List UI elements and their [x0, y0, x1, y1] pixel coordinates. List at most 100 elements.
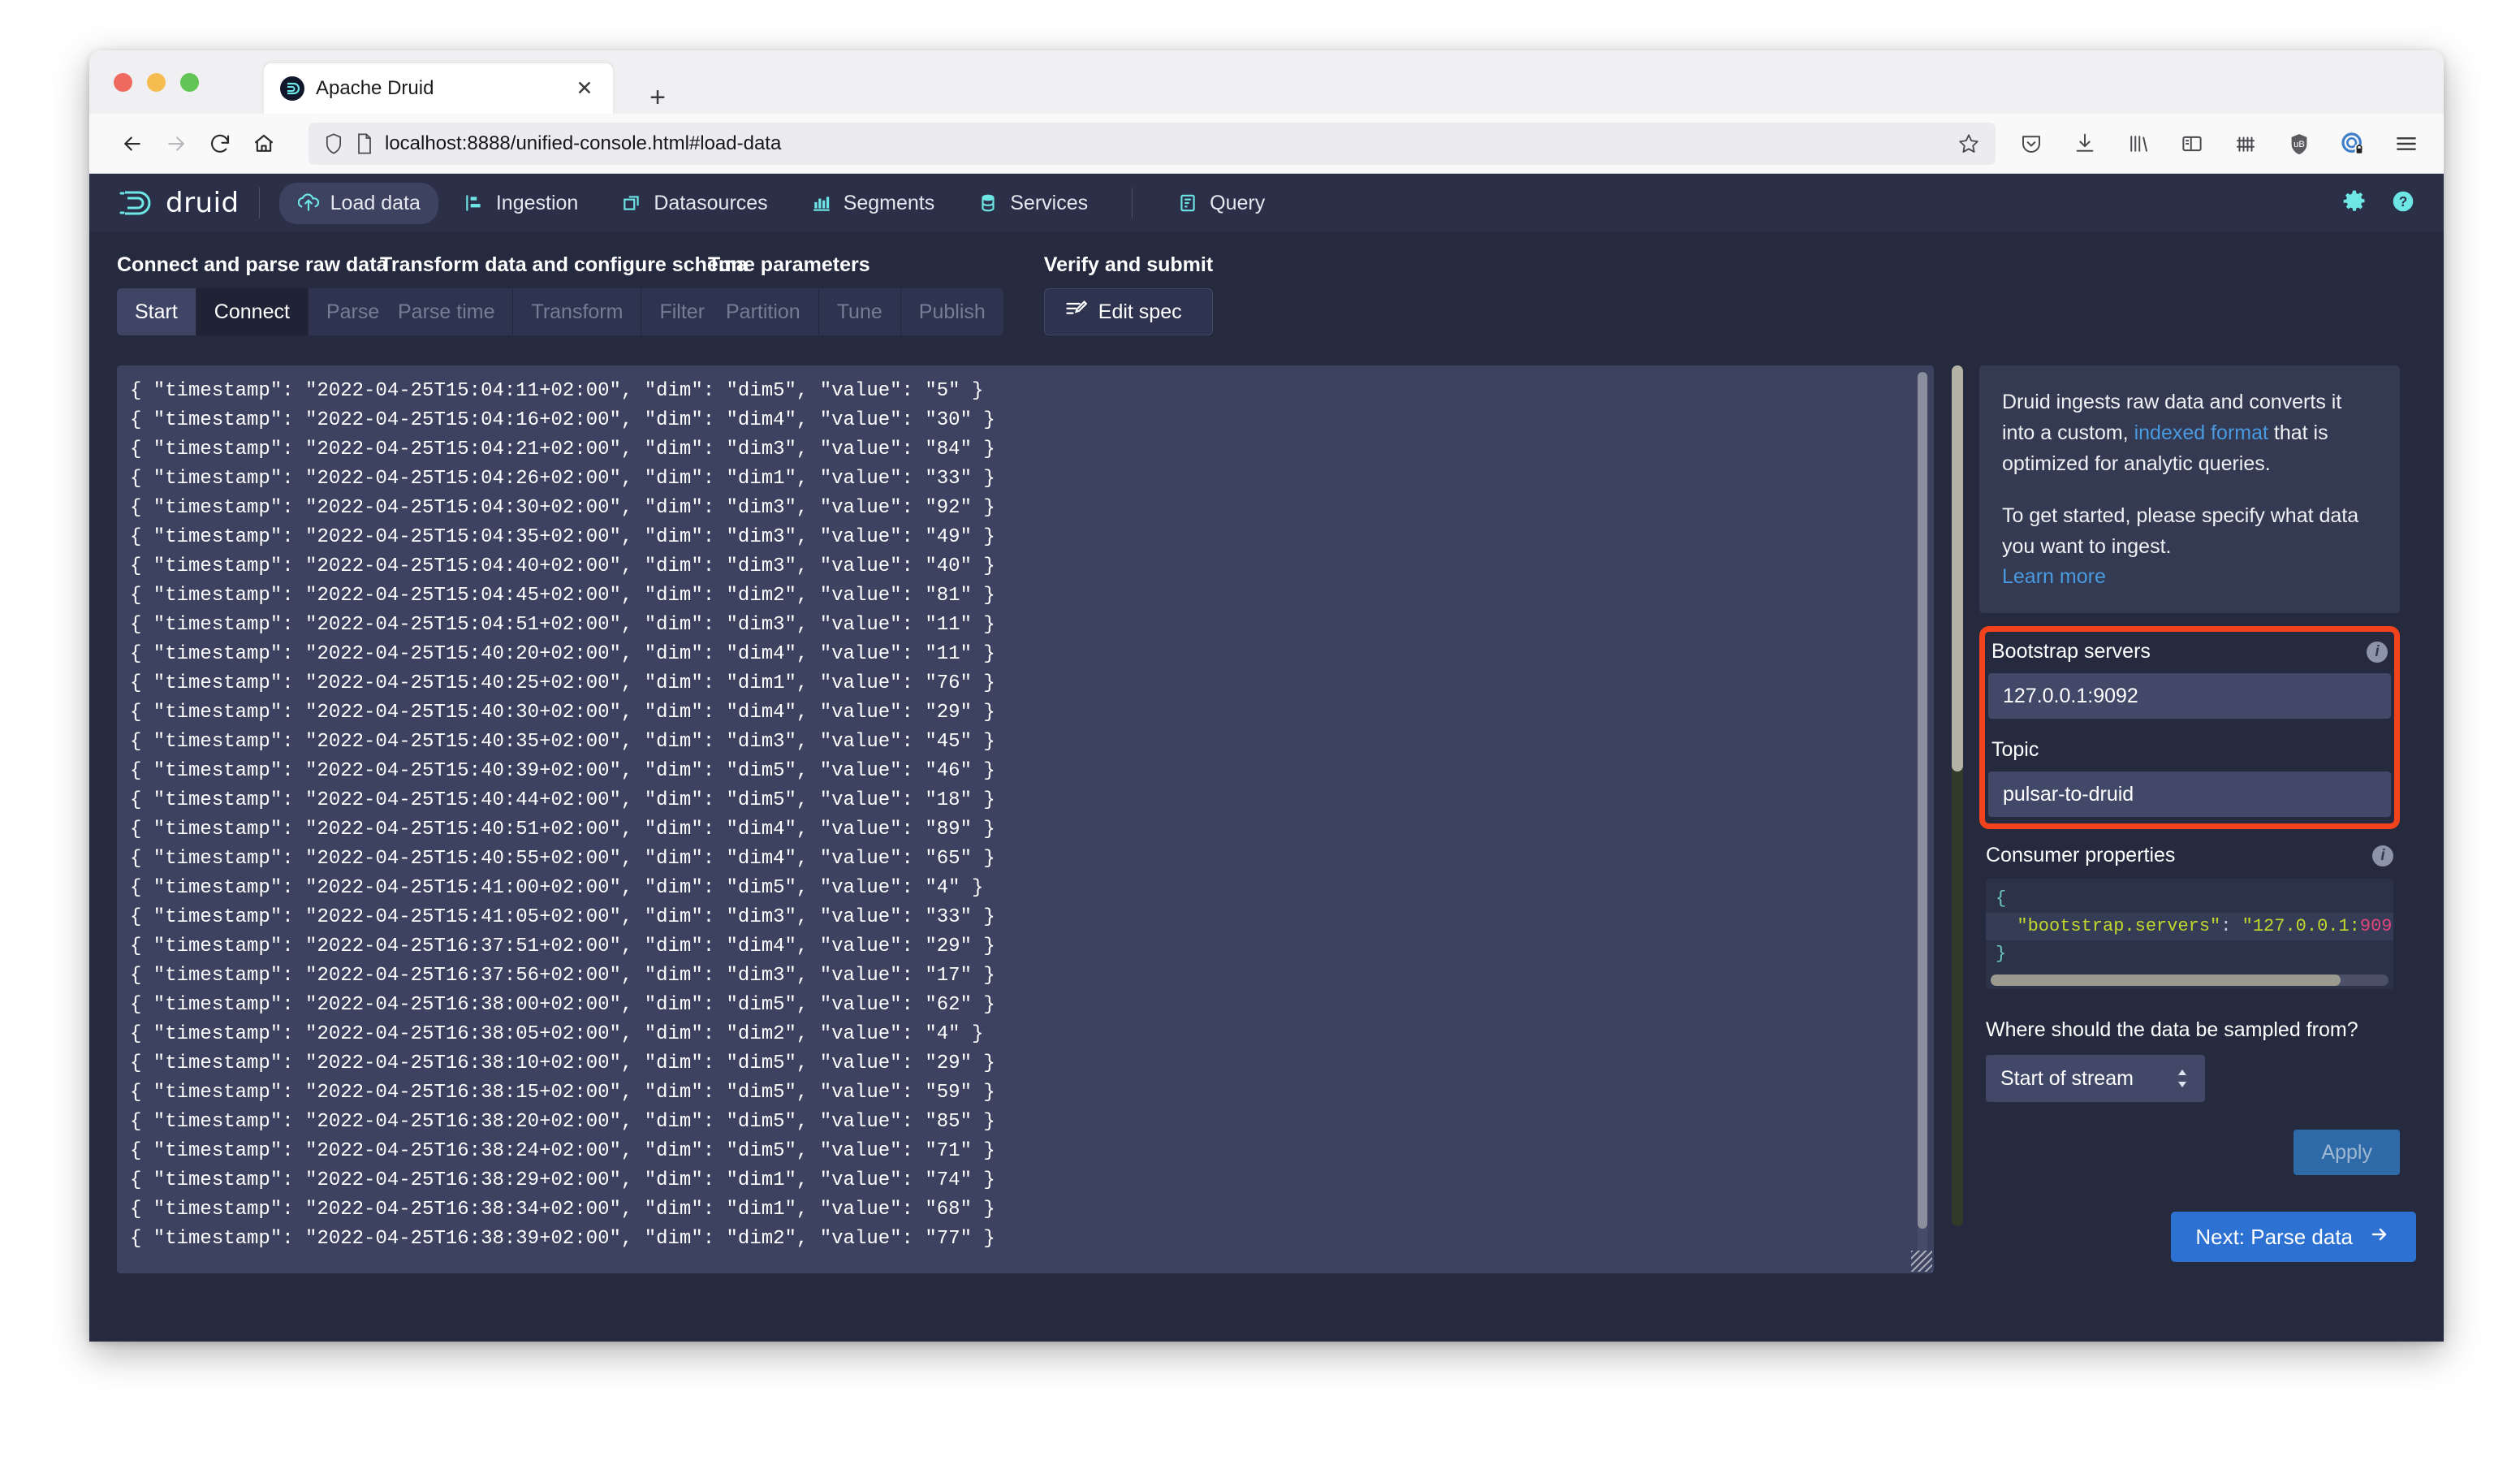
ublock-icon[interactable]: uB [2283, 127, 2315, 160]
info-icon[interactable]: i [2372, 845, 2393, 866]
close-window-button[interactable] [114, 73, 132, 92]
browser-tab[interactable]: Apache Druid ✕ [264, 63, 613, 114]
scrollbar-thumb[interactable] [1918, 372, 1927, 1229]
code-horizontal-scrollbar[interactable] [1991, 975, 2388, 986]
minimize-window-button[interactable] [147, 73, 166, 92]
ingestion-icon [463, 192, 485, 214]
privacy-badger-icon[interactable] [2337, 127, 2369, 160]
step-tune[interactable]: Tune [819, 288, 901, 335]
window-traffic-lights [114, 73, 199, 92]
back-arrow-icon[interactable] [110, 122, 154, 166]
segments-icon [810, 192, 833, 214]
next-parse-data-button[interactable]: Next: Parse data [2171, 1212, 2416, 1262]
help-icon[interactable]: ? [2390, 188, 2416, 218]
info-paragraph-2: To get started, please specify what data… [2002, 500, 2377, 562]
apply-button[interactable]: Apply [2293, 1130, 2400, 1175]
step-group-connect: Connect and parse raw data Start Connect… [117, 253, 380, 335]
druid-logo-icon [117, 187, 154, 219]
step-group-title: Connect and parse raw data [117, 253, 380, 277]
library-icon[interactable] [2122, 127, 2155, 160]
edit-spec-button[interactable]: Edit spec [1044, 288, 1213, 335]
topic-label-row: Topic [1988, 733, 2391, 771]
sidebar-icon[interactable] [2176, 127, 2208, 160]
maximize-window-button[interactable] [180, 73, 199, 92]
scrollbar-thumb[interactable] [1952, 365, 1963, 771]
step-group-title: Transform data and configure schema [380, 253, 697, 277]
raw-data-line: { "timestamp": "2022-04-25T15:04:21+02:0… [130, 435, 1909, 465]
sidebar-wrapper: Druid ingests raw data and converts it i… [1952, 365, 2416, 1273]
services-icon [977, 192, 999, 214]
step-start[interactable]: Start [117, 288, 196, 335]
nav-item-services[interactable]: Services [959, 183, 1106, 224]
edit-spec-icon [1064, 298, 1087, 326]
url-bar[interactable]: localhost:8888/unified-console.html#load… [309, 123, 1996, 165]
star-icon[interactable] [1957, 132, 1981, 156]
url-text[interactable]: localhost:8888/unified-console.html#load… [385, 132, 1957, 155]
step-transform[interactable]: Transform [513, 288, 641, 335]
container-tabs-icon[interactable] [2229, 127, 2262, 160]
shield-icon[interactable] [323, 132, 344, 155]
load-data-icon [297, 192, 320, 214]
info-icon[interactable]: i [2367, 642, 2388, 663]
druid-nav-items: Load data Ingestion Datasources [279, 183, 1284, 224]
step-connect[interactable]: Connect [196, 288, 309, 335]
indexed-format-link[interactable]: indexed format [2134, 421, 2268, 444]
pocket-icon[interactable] [2015, 127, 2048, 160]
sample-from-select[interactable]: Start of stream [1986, 1055, 2205, 1102]
raw-data-line: { "timestamp": "2022-04-25T15:04:16+02:0… [130, 406, 1909, 435]
step-group-verify: Verify and submit Edit spec [1044, 253, 1213, 335]
raw-data-line: { "timestamp": "2022-04-25T16:38:29+02:0… [130, 1166, 1909, 1195]
home-icon[interactable] [242, 122, 286, 166]
info-paragraph-1: Druid ingests raw data and converts it i… [2002, 387, 2377, 479]
step-partition[interactable]: Partition [708, 288, 819, 335]
bootstrap-servers-label: Bootstrap servers [1991, 640, 2151, 663]
query-icon [1176, 192, 1199, 214]
bootstrap-servers-input[interactable]: 127.0.0.1:9092 [1988, 673, 2391, 719]
sidebar-scrollbar[interactable] [1952, 365, 1963, 1226]
browser-toolbar-icons: uB [2015, 127, 2423, 160]
druid-navbar: druid Load data Ingestion [89, 174, 2444, 232]
topic-input[interactable]: pulsar-to-druid [1988, 771, 2391, 817]
nav-item-query[interactable]: Query [1159, 183, 1283, 224]
raw-data-line: { "timestamp": "2022-04-25T16:38:10+02:0… [130, 1049, 1909, 1078]
download-icon[interactable] [2069, 127, 2101, 160]
step-publish[interactable]: Publish [901, 288, 1003, 335]
nav-item-datasources[interactable]: Datasources [602, 183, 785, 224]
scrollbar-thumb[interactable] [1991, 975, 2341, 986]
druid-logo[interactable]: druid [117, 187, 239, 219]
config-sidebar: Druid ingests raw data and converts it i… [1979, 365, 2400, 1273]
raw-data-line: { "timestamp": "2022-04-25T15:41:05+02:0… [130, 903, 1909, 932]
raw-data-line: { "timestamp": "2022-04-25T16:37:56+02:0… [130, 962, 1909, 991]
edit-spec-label: Edit spec [1098, 300, 1182, 324]
nav-item-ingestion[interactable]: Ingestion [445, 183, 596, 224]
step-parse-time[interactable]: Parse time [380, 288, 513, 335]
panel-resize-handle[interactable] [1911, 1251, 1932, 1272]
raw-data-line: { "timestamp": "2022-04-25T15:40:25+02:0… [130, 669, 1909, 698]
raw-data-preview-panel[interactable]: { "timestamp": "2022-04-25T15:04:11+02:0… [117, 365, 1934, 1273]
raw-data-line: { "timestamp": "2022-04-25T16:38:24+02:0… [130, 1137, 1909, 1166]
consumer-properties-editor[interactable]: { "bootstrap.servers": "127.0.0.1:9092 } [1986, 879, 2393, 989]
raw-data-line: { "timestamp": "2022-04-25T16:37:51+02:0… [130, 932, 1909, 962]
info-card: Druid ingests raw data and converts it i… [1979, 365, 2400, 613]
raw-data-line: { "timestamp": "2022-04-25T15:40:39+02:0… [130, 757, 1909, 786]
learn-more-link[interactable]: Learn more [2002, 565, 2106, 589]
nav-item-label: Ingestion [496, 192, 578, 215]
chevron-updown-icon [2174, 1067, 2190, 1090]
nav-item-segments[interactable]: Segments [792, 183, 953, 224]
data-panel-scrollbar[interactable] [1918, 372, 1927, 1257]
hamburger-menu-icon[interactable] [2390, 127, 2423, 160]
nav-item-load-data[interactable]: Load data [279, 183, 438, 224]
raw-data-line: { "timestamp": "2022-04-25T15:04:35+02:0… [130, 523, 1909, 552]
close-icon[interactable]: ✕ [572, 76, 597, 101]
highlighted-fields-box: Bootstrap servers i 127.0.0.1:9092 Topic… [1979, 626, 2400, 829]
druid-logo-text: druid [166, 187, 239, 219]
raw-data-line: { "timestamp": "2022-04-25T15:40:20+02:0… [130, 640, 1909, 669]
nav-item-label: Query [1210, 192, 1265, 215]
plus-icon[interactable]: + [643, 83, 672, 112]
reload-icon[interactable] [198, 122, 242, 166]
nav-item-label: Load data [330, 192, 421, 215]
step-group-title: Verify and submit [1044, 253, 1213, 277]
tab-title: Apache Druid [316, 77, 572, 100]
gear-icon[interactable] [2341, 188, 2367, 218]
browser-navbar: localhost:8888/unified-console.html#load… [89, 114, 2444, 174]
